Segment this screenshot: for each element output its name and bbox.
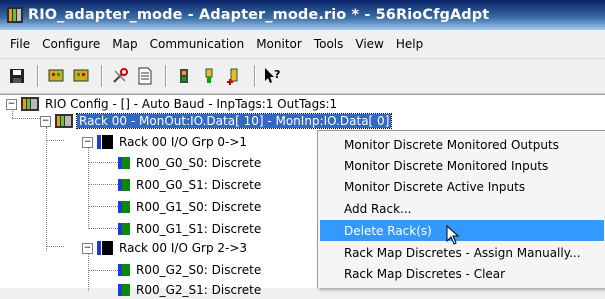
menu-monitor-discrete-monitored-outputs[interactable]: Monitor Discrete Monitored Outputs bbox=[320, 134, 604, 155]
window-title: RIO_adapter_mode - Adapter_mode.rio * - … bbox=[28, 7, 490, 23]
menu-tools[interactable]: Tools bbox=[308, 37, 350, 51]
io-group-icon bbox=[97, 241, 113, 255]
discrete-module-icon bbox=[118, 284, 130, 296]
menu-configure[interactable]: Configure bbox=[36, 37, 106, 51]
tree-item-label: R00_G2_S1: Discrete bbox=[136, 283, 262, 297]
tree-item-r00-g1-s1[interactable]: R00_G1_S1: Discrete bbox=[118, 220, 263, 238]
menu-communication[interactable]: Communication bbox=[144, 37, 251, 51]
help-pointer-icon[interactable]: ? bbox=[262, 65, 284, 87]
io-group-icon bbox=[97, 135, 113, 149]
tree-item-label: R00_G1_S0: Discrete bbox=[136, 200, 262, 214]
save-icon[interactable] bbox=[6, 65, 28, 87]
title-bar: RIO_adapter_mode - Adapter_mode.rio * - … bbox=[0, 0, 605, 30]
tree-item-r00-g0-s1[interactable]: R00_G0_S1: Discrete bbox=[118, 176, 263, 194]
toolbar: ? bbox=[0, 59, 605, 94]
collapse-icon[interactable]: − bbox=[82, 136, 93, 148]
toolbar-separator bbox=[254, 65, 256, 87]
menu-view[interactable]: View bbox=[349, 37, 389, 51]
tree-item-label: R00_G2_S0: Discrete bbox=[136, 263, 262, 277]
context-menu: Monitor Discrete Monitored Outputs Monit… bbox=[317, 130, 605, 288]
tree-item-label: R00_G1_S1: Discrete bbox=[136, 222, 262, 236]
tree-group-0-1[interactable]: − Rack 00 I/O Grp 0->1 bbox=[82, 133, 249, 151]
tree-group-2-3[interactable]: − Rack 00 I/O Grp 2->3 bbox=[82, 239, 249, 257]
collapse-icon[interactable]: − bbox=[6, 98, 17, 110]
tree-item-label: R00_G0_S1: Discrete bbox=[136, 178, 262, 192]
menu-help[interactable]: Help bbox=[390, 37, 429, 51]
discrete-module-icon bbox=[118, 201, 130, 213]
menu-rack-map-discretes-assign[interactable]: Rack Map Discretes - Assign Manually... bbox=[320, 242, 604, 263]
app-icon bbox=[7, 7, 23, 23]
discrete-module-icon bbox=[118, 264, 130, 276]
adapter-yellow-icon[interactable] bbox=[198, 65, 220, 87]
rack-icon bbox=[55, 114, 73, 128]
document-icon[interactable] bbox=[134, 65, 156, 87]
mouse-cursor-icon bbox=[446, 225, 460, 245]
menu-monitor-discrete-monitored-inputs[interactable]: Monitor Discrete Monitored Inputs bbox=[320, 155, 604, 176]
collapse-icon[interactable]: − bbox=[40, 115, 51, 127]
tree-rack-00[interactable]: − Rack 00 - MonOut:IO.Data[ 10] - MonInp… bbox=[40, 112, 393, 130]
menu-rack-map-discretes-clear[interactable]: Rack Map Discretes - Clear bbox=[320, 263, 604, 284]
svg-text:?: ? bbox=[274, 68, 280, 81]
discrete-module-icon bbox=[118, 179, 130, 191]
toolbar-separator bbox=[37, 65, 39, 87]
tools-icon[interactable] bbox=[109, 65, 131, 87]
tree-item-label: R00_G0_S0: Discrete bbox=[136, 156, 262, 170]
toolbar-separator bbox=[101, 65, 103, 87]
menu-monitor-discrete-active-inputs[interactable]: Monitor Discrete Active Inputs bbox=[320, 176, 604, 197]
collapse-icon[interactable]: − bbox=[82, 242, 93, 254]
adapter-plus-icon[interactable] bbox=[223, 65, 245, 87]
discrete-module-icon bbox=[118, 157, 130, 169]
tree-root[interactable]: − RIO Config - [] - Auto Baud - InpTags:… bbox=[6, 95, 339, 113]
monitor-red-icon[interactable] bbox=[45, 65, 67, 87]
tree-item-r00-g0-s0[interactable]: R00_G0_S0: Discrete bbox=[118, 154, 263, 172]
tree-group-label: Rack 00 I/O Grp 2->3 bbox=[119, 241, 248, 255]
tree-item-r00-g2-s0[interactable]: R00_G2_S0: Discrete bbox=[118, 261, 263, 279]
menu-delete-racks[interactable]: Delete Rack(s) bbox=[320, 220, 604, 241]
toolbar-separator bbox=[165, 65, 167, 87]
tree-root-label: RIO Config - [] - Auto Baud - InpTags:1 … bbox=[45, 97, 338, 111]
menu-map[interactable]: Map bbox=[106, 37, 143, 51]
monitor-green-icon[interactable] bbox=[70, 65, 92, 87]
discrete-module-icon bbox=[118, 223, 130, 235]
tree-item-r00-g2-s1[interactable]: R00_G2_S1: Discrete bbox=[118, 281, 263, 299]
tree-group-label: Rack 00 I/O Grp 0->1 bbox=[119, 135, 248, 149]
menu-file[interactable]: File bbox=[4, 37, 36, 51]
adapter-icon[interactable] bbox=[173, 65, 195, 87]
rio-config-icon bbox=[21, 97, 39, 111]
menu-add-rack[interactable]: Add Rack... bbox=[320, 198, 604, 219]
tree-item-r00-g1-s0[interactable]: R00_G1_S0: Discrete bbox=[118, 198, 263, 216]
menu-bar: File Configure Map Communication Monitor… bbox=[0, 30, 605, 59]
menu-monitor[interactable]: Monitor bbox=[250, 37, 308, 51]
tree-rack-label: Rack 00 - MonOut:IO.Data[ 10] - MonInp:I… bbox=[75, 113, 393, 129]
